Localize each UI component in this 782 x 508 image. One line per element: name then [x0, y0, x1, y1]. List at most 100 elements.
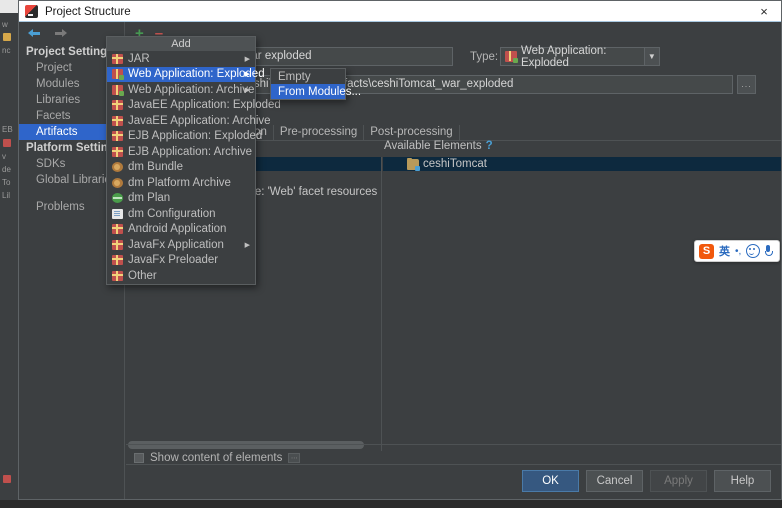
dialog-footer: OK Cancel Apply Help [126, 464, 781, 499]
artifact-type-combo[interactable]: Web Application: Exploded ▼ [500, 44, 660, 69]
tab-pre-processing[interactable]: Pre-processing [274, 125, 365, 140]
submenu-item-from-modules[interactable]: From Modules... [271, 84, 361, 99]
menu-item-label: dm Configuration [128, 207, 216, 220]
dialog-titlebar: Project Structure × [19, 1, 781, 22]
chevron-right-icon: ▶ [244, 241, 250, 249]
ejb-icon [112, 131, 123, 142]
artifact-type-value: Web Application: Exploded [521, 44, 607, 69]
apply-button: Apply [650, 470, 707, 492]
menu-item-ejb-application-exploded[interactable]: EJB Application: Exploded [107, 129, 262, 145]
available-elements-header: Available Elements? [384, 140, 493, 152]
submenu-item-empty[interactable]: Empty [271, 69, 345, 84]
chevron-right-icon: ▶ [244, 55, 250, 63]
web-exploded-submenu: Empty From Modules... [270, 68, 361, 100]
menu-item-dm-plan[interactable]: dm Plan [107, 191, 255, 207]
android-icon [112, 224, 123, 235]
show-content-label: Show content of elements [150, 452, 283, 464]
background-icon [3, 139, 11, 147]
help-button[interactable]: Help [714, 470, 771, 492]
type-label: Type: [470, 50, 499, 63]
background-text: EB [2, 125, 13, 134]
menu-item-label: dm Plan [128, 192, 171, 205]
menu-item-web-application-exploded[interactable]: Web Application: Exploded ▶ [107, 66, 265, 82]
background-icon [3, 33, 11, 41]
menu-item-label: Web Application: Archive [128, 83, 255, 96]
menu-item-label: JavaFx Preloader [128, 254, 219, 267]
menu-item-jar[interactable]: JAR ▶ [107, 51, 255, 67]
globe-icon [112, 193, 123, 204]
other-icon [112, 270, 123, 281]
menu-item-android-application[interactable]: Android Application [107, 222, 255, 238]
bundle-icon [112, 162, 123, 173]
menu-item-label: JavaEE Application: Exploded [128, 99, 281, 112]
chevron-down-icon[interactable]: ▼ [643, 48, 659, 65]
sogou-logo-icon[interactable]: S [699, 243, 714, 259]
menu-item-label: JavaEE Application: Archive [128, 114, 271, 127]
menu-item-label: dm Platform Archive [128, 176, 231, 189]
menu-item-dm-configuration[interactable]: dm Configuration [107, 206, 255, 222]
background-text: To [2, 178, 11, 187]
chevron-right-icon: ▶ [244, 71, 250, 79]
web-icon [112, 84, 124, 96]
back-arrow-icon[interactable] [28, 28, 41, 39]
background-text: nc [2, 46, 11, 55]
forward-arrow-icon[interactable] [54, 28, 67, 39]
web-icon [112, 69, 124, 81]
show-content-checkbox[interactable] [134, 453, 144, 463]
ime-punctuation-label[interactable]: •, [735, 246, 741, 257]
available-elements-label: Available Elements [384, 140, 482, 152]
question-mark-icon[interactable]: ? [486, 140, 493, 152]
cancel-button[interactable]: Cancel [586, 470, 643, 492]
menu-item-ejb-application-archive[interactable]: EJB Application: Archive [107, 144, 255, 160]
document-icon [112, 208, 123, 219]
sogou-ime-toolbar: S 英 •, [694, 240, 780, 262]
ellipsis-icon[interactable]: ⋯ [288, 453, 301, 463]
javaee-icon [112, 115, 123, 126]
javafx-icon [112, 239, 123, 250]
menu-item-label: EJB Application: Exploded [128, 130, 263, 143]
menu-item-javafx-preloader[interactable]: JavaFx Preloader [107, 253, 255, 269]
smiley-icon[interactable] [746, 244, 761, 258]
menu-item-label: dm Bundle [128, 161, 183, 174]
menu-item-javaee-application-archive[interactable]: JavaEE Application: Archive [107, 113, 271, 129]
microphone-icon[interactable] [765, 245, 774, 257]
bottom-bar [0, 500, 782, 508]
add-menu-title: Add [107, 37, 255, 51]
menu-item-label: JavaFx Application [128, 238, 224, 251]
dialog-title: Project Structure [45, 5, 131, 18]
web-application-icon [505, 51, 518, 63]
ejb-icon [112, 146, 123, 157]
javaee-icon [112, 100, 123, 111]
menu-item-dm-platform-archive[interactable]: dm Platform Archive [107, 175, 255, 191]
menu-item-javaee-application-exploded[interactable]: JavaEE Application: Exploded [107, 98, 281, 114]
menu-item-dm-bundle[interactable]: dm Bundle [107, 160, 255, 176]
javafx-icon [112, 255, 123, 266]
background-text: de [2, 165, 11, 174]
menu-item-javafx-application[interactable]: JavaFx Application ▶ [107, 237, 255, 253]
ime-mode-label[interactable]: 英 [719, 243, 730, 259]
tree-row-label: ceshiTomcat [423, 158, 487, 170]
menu-item-other[interactable]: Other [107, 268, 255, 284]
tab-post-processing[interactable]: Post-processing [364, 125, 460, 140]
background-icon [3, 475, 11, 483]
browse-button[interactable]: ... [737, 75, 756, 94]
screen: w nc EB v de To Lil Project Structure × [0, 0, 782, 508]
menu-item-label: Android Application [128, 223, 227, 236]
menu-item-label: EJB Application: Archive [128, 145, 253, 158]
show-content-row: Show content of elements ⋯ [126, 444, 781, 465]
menu-item-label: JAR [128, 52, 150, 65]
bundle-icon [112, 177, 123, 188]
available-elements-tree: ceshiTomcat [383, 157, 781, 451]
chevron-right-icon: ▶ [244, 86, 250, 94]
background-text: v [2, 152, 6, 161]
menu-item-label: Other [128, 269, 157, 282]
tree-row[interactable]: ceshiTomcat [383, 157, 781, 171]
background-text: w [2, 20, 8, 29]
ok-button[interactable]: OK [522, 470, 579, 492]
add-context-menu: Add JAR ▶ Web Application: Exploded ▶ We… [106, 36, 281, 285]
menu-item-web-application-archive[interactable]: Web Application: Archive ▶ [107, 82, 255, 98]
intellij-idea-icon [25, 5, 38, 18]
close-icon[interactable]: × [747, 1, 781, 21]
background-text: Lil [2, 191, 11, 200]
folder-module-icon [407, 157, 420, 171]
